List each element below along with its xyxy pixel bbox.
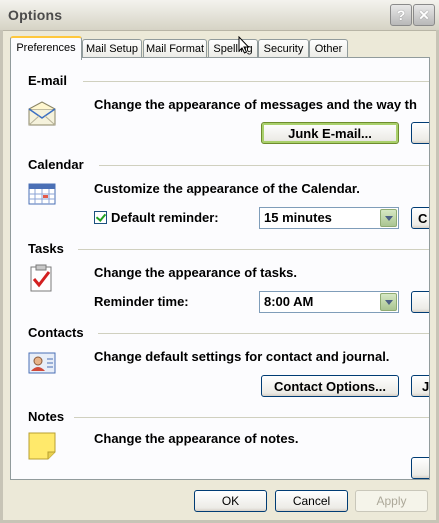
window-frame-left	[0, 30, 3, 523]
tasks-divider	[78, 249, 429, 250]
tab-other[interactable]: Other	[309, 39, 348, 58]
reminder-time-label: Reminder time:	[94, 294, 189, 309]
contact-options-button[interactable]: Contact Options...	[261, 375, 399, 397]
reminder-time-value: 8:00 AM	[264, 294, 314, 309]
mouse-pointer-icon	[238, 35, 250, 57]
cancel-button[interactable]: Cancel	[275, 490, 348, 512]
contact-card-icon	[28, 351, 56, 378]
contacts-section-title: Contacts	[28, 325, 84, 340]
close-button[interactable]: ✕	[413, 4, 435, 26]
tab-mail-setup[interactable]: Mail Setup	[82, 39, 142, 58]
notes-description: Change the appearance of notes.	[94, 431, 299, 446]
title-bar[interactable]: Options ? ✕	[0, 0, 439, 31]
journal-options-button-partial[interactable]: J	[411, 375, 429, 397]
email-description: Change the appearance of messages and th…	[94, 97, 417, 112]
tab-spelling[interactable]: Spelling	[208, 39, 258, 58]
preferences-panel: E-mail Change the appearance of messages…	[10, 57, 430, 480]
calendar-options-button-partial[interactable]: C	[411, 207, 429, 229]
tab-mail-format[interactable]: Mail Format	[143, 39, 207, 58]
email-divider	[83, 81, 429, 82]
notes-divider	[74, 417, 429, 418]
default-reminder-label: Default reminder:	[111, 210, 219, 225]
tab-preferences[interactable]: Preferences	[10, 36, 82, 60]
task-options-button-partial[interactable]	[411, 291, 429, 313]
note-options-button-partial[interactable]	[411, 457, 429, 479]
tasks-section-title: Tasks	[28, 241, 64, 256]
calendar-description: Customize the appearance of the Calendar…	[94, 181, 360, 196]
task-clipboard-icon	[28, 264, 54, 295]
help-button[interactable]: ?	[390, 4, 412, 26]
default-reminder-checkbox[interactable]	[94, 211, 107, 224]
tasks-description: Change the appearance of tasks.	[94, 265, 298, 280]
apply-button[interactable]: Apply	[355, 490, 428, 512]
email-options-button-partial[interactable]	[411, 122, 429, 144]
email-section-title: E-mail	[28, 73, 68, 88]
calendar-divider	[99, 165, 429, 166]
default-reminder-dropdown[interactable]: 15 minutes	[259, 207, 399, 229]
notes-section-title: Notes	[28, 409, 65, 424]
tab-security[interactable]: Security	[258, 39, 309, 58]
calendar-icon	[28, 182, 56, 209]
junk-email-button[interactable]: Junk E-mail...	[261, 122, 399, 144]
envelope-icon	[28, 100, 56, 129]
chevron-down-icon[interactable]	[380, 209, 397, 227]
chevron-down-icon[interactable]	[380, 293, 397, 311]
ok-button[interactable]: OK	[194, 490, 267, 512]
contacts-description: Change default settings for contact and …	[94, 349, 390, 364]
reminder-time-dropdown[interactable]: 8:00 AM	[259, 291, 399, 313]
calendar-section-title: Calendar	[28, 157, 84, 172]
window-title: Options	[8, 7, 63, 23]
contacts-divider	[98, 333, 429, 334]
default-reminder-value: 15 minutes	[264, 210, 332, 225]
sticky-note-icon	[28, 432, 56, 463]
